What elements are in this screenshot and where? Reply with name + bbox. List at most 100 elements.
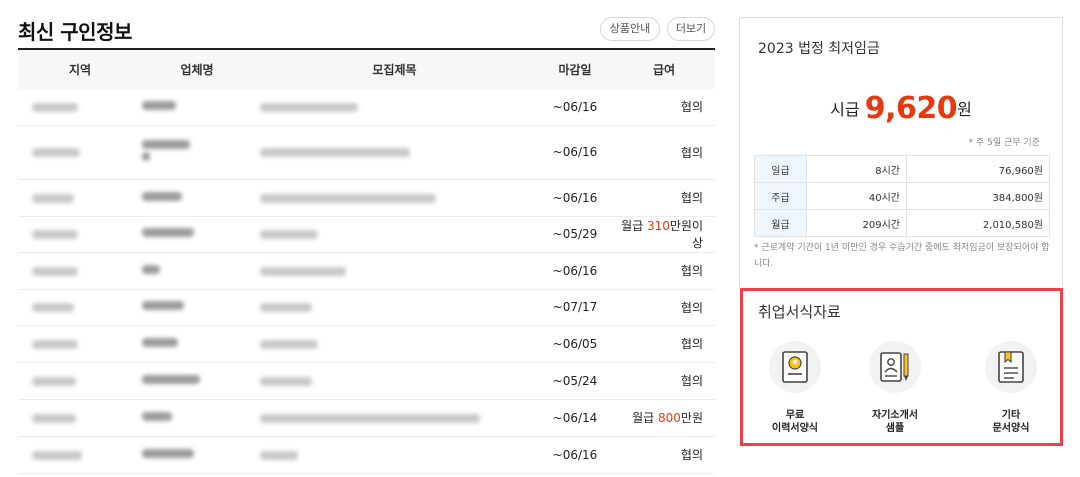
document-icon	[985, 341, 1037, 393]
job-row[interactable]: ~06/16 협의	[18, 179, 715, 216]
col-title: 모집제목	[372, 63, 417, 77]
pay-suffix: 협의	[680, 374, 703, 388]
job-title-link[interactable]	[252, 89, 537, 125]
job-title-link[interactable]	[252, 436, 537, 473]
job-region	[18, 179, 142, 216]
wage-kind: 월급	[754, 209, 807, 237]
cover-letter-form-link[interactable]: 자기소개서 샘플	[855, 341, 935, 435]
forms-title: 취업서식자료	[758, 303, 841, 321]
job-pay: 월급 800만원	[613, 399, 715, 436]
form-label-line2: 문서양식	[992, 423, 1030, 434]
product-guide-button[interactable]: 상품안내	[600, 17, 660, 41]
jobs-table: 지역 업체명 모집제목 마감일 급여 ~06/16 협의 ~06/16 협의 ~06/1…	[18, 48, 715, 474]
wage-title: 2023 법정 최저임금	[758, 41, 880, 57]
resume-icon	[769, 341, 821, 393]
job-deadline: ~06/16	[552, 190, 598, 205]
col-deadline: 마감일	[558, 63, 592, 77]
job-pay: 협의	[613, 179, 715, 216]
job-company	[142, 89, 252, 125]
job-pay: 협의	[613, 289, 715, 325]
job-region	[18, 436, 142, 473]
pay-suffix: 협의	[680, 448, 703, 462]
job-row[interactable]: ~05/24 협의	[18, 362, 715, 399]
job-company	[142, 436, 252, 473]
job-title-link[interactable]	[252, 325, 537, 362]
wage-amount: 384,800원	[906, 182, 1050, 210]
job-title-link[interactable]	[252, 362, 537, 399]
wage-hours: 209시간	[806, 209, 907, 237]
more-button[interactable]: 더보기	[667, 17, 715, 41]
wage-row: 일급 8시간 76,960원	[754, 155, 1050, 183]
job-title-link[interactable]	[252, 289, 537, 325]
col-region: 지역	[68, 63, 92, 77]
job-region	[18, 325, 142, 362]
pay-suffix: 협의	[680, 300, 703, 315]
pay-suffix: 협의	[680, 191, 703, 205]
hourly-wage: 시급 9,620원	[740, 91, 1062, 126]
job-row[interactable]: ~06/16 협의	[18, 252, 715, 289]
job-region	[18, 89, 142, 125]
pay-suffix: 협의	[680, 100, 703, 115]
job-company	[142, 179, 252, 216]
wage-footnote: * 근로계약 기간이 1년 미만인 경우 수습기간 중에도 최저임금이 보장되어…	[754, 243, 1050, 269]
job-deadline: ~06/16	[552, 447, 598, 462]
job-company	[142, 362, 252, 399]
job-row[interactable]: ~06/05 협의	[18, 325, 715, 362]
job-deadline: ~06/14	[552, 410, 598, 425]
job-region	[18, 289, 142, 325]
job-row[interactable]: ~06/14 월급 800만원	[18, 399, 715, 436]
pay-amount: 310	[646, 219, 670, 233]
wage-kind: 주급	[754, 182, 807, 210]
job-pay: 협의	[613, 252, 715, 289]
pay-amount: 800	[658, 411, 681, 425]
wage-row: 주급 40시간 384,800원	[754, 182, 1050, 210]
wage-amount: 76,960원	[906, 155, 1050, 183]
pay-suffix: 협의	[680, 145, 703, 160]
job-region	[18, 216, 142, 252]
job-region	[18, 399, 142, 436]
job-title-link[interactable]	[252, 216, 537, 252]
job-pay: 협의	[613, 362, 715, 399]
job-title-link[interactable]	[252, 125, 537, 179]
pay-suffix: 만원이상	[669, 219, 703, 250]
job-row[interactable]: ~06/16 협의	[18, 89, 715, 125]
resume-form-link[interactable]: 무료이력서양식	[755, 341, 835, 435]
pay-prefix: 월급	[621, 219, 647, 233]
job-company	[142, 252, 252, 289]
job-region	[18, 252, 142, 289]
job-pay: 협의	[613, 436, 715, 473]
job-title-link[interactable]	[252, 252, 537, 289]
job-row[interactable]: ~05/29 월급 310만원이상	[18, 216, 715, 252]
minimum-wage-panel: 2023 법정 최저임금 시급 9,620원 * 주 5일 근무 기준 일급 8…	[739, 17, 1063, 286]
form-label-line1: 무료	[785, 410, 805, 421]
form-label-line1: 기타	[1001, 410, 1021, 421]
pay-suffix: 협의	[680, 337, 703, 351]
job-company	[142, 325, 252, 362]
job-forms-panel: 취업서식자료 무료 이력서양식 자기소개서 샘플 기타 문서양식	[740, 288, 1063, 446]
job-region	[18, 125, 142, 179]
job-title-link[interactable]	[252, 399, 537, 436]
form-label-line2: 이력서양식	[772, 423, 818, 434]
job-company	[142, 289, 252, 325]
job-deadline: ~06/16	[552, 99, 598, 114]
job-company	[142, 216, 252, 252]
job-company	[142, 125, 252, 179]
job-row[interactable]: ~07/17 협의	[18, 289, 715, 325]
wage-rate-prefix: 시급	[830, 100, 865, 119]
other-documents-form-link[interactable]: 기타문서양식	[971, 341, 1051, 435]
col-company: 업체명	[180, 63, 214, 77]
job-deadline: ~07/17	[552, 300, 598, 314]
job-row[interactable]: ~06/16 협의	[18, 436, 715, 473]
col-pay: 급여	[652, 63, 676, 77]
cover-letter-icon	[869, 341, 921, 393]
jobs-table-header: 지역 업체명 모집제목 마감일 급여	[18, 49, 715, 89]
form-label-line2: 샘플	[885, 423, 905, 434]
wage-hours: 8시간	[806, 155, 907, 183]
wage-kind: 일급	[754, 155, 807, 183]
wage-note: * 주 5일 근무 기준	[968, 138, 1040, 148]
job-row[interactable]: ~06/16 협의	[18, 125, 715, 179]
wage-rate-value: 9,620	[864, 91, 958, 126]
job-title-link[interactable]	[252, 179, 537, 216]
job-pay: 협의	[613, 89, 715, 125]
job-deadline: ~06/16	[552, 145, 598, 159]
